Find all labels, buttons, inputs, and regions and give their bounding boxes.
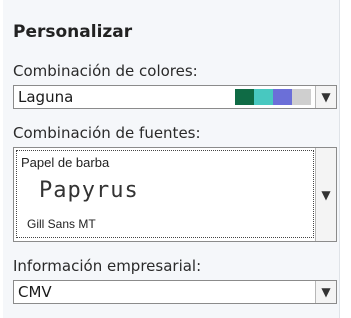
personalize-panel: Personalizar Combinación de colores: Lag…: [3, 0, 340, 318]
minor-font-sample: Gill Sans MT: [27, 217, 96, 231]
chevron-down-icon[interactable]: ▼: [315, 86, 336, 108]
color-swatch: [254, 89, 273, 105]
business-info-dropdown[interactable]: CMV ▼: [13, 280, 337, 304]
font-scheme-label: Combinación de fuentes:: [13, 124, 201, 142]
color-scheme-value: Laguna: [18, 88, 74, 106]
font-scheme-dropdown[interactable]: Papel de barba Papyrus Gill Sans MT ▼: [13, 147, 337, 242]
business-info-value: CMV: [18, 283, 52, 301]
major-font-sample: Papyrus: [39, 178, 139, 203]
chevron-down-icon[interactable]: ▼: [315, 281, 336, 303]
business-info-label: Información empresarial:: [13, 257, 202, 275]
color-swatch: [273, 89, 292, 105]
font-scheme-preview: Papel de barba Papyrus Gill Sans MT: [16, 150, 314, 238]
chevron-down-icon[interactable]: ▼: [315, 148, 336, 241]
color-scheme-label: Combinación de colores:: [13, 62, 198, 80]
font-scheme-name: Papel de barba: [21, 155, 110, 170]
color-swatch: [235, 89, 254, 105]
color-swatches: [235, 89, 311, 105]
color-scheme-dropdown[interactable]: Laguna ▼: [13, 85, 337, 109]
color-swatch: [292, 89, 311, 105]
section-title: Personalizar: [13, 22, 133, 42]
